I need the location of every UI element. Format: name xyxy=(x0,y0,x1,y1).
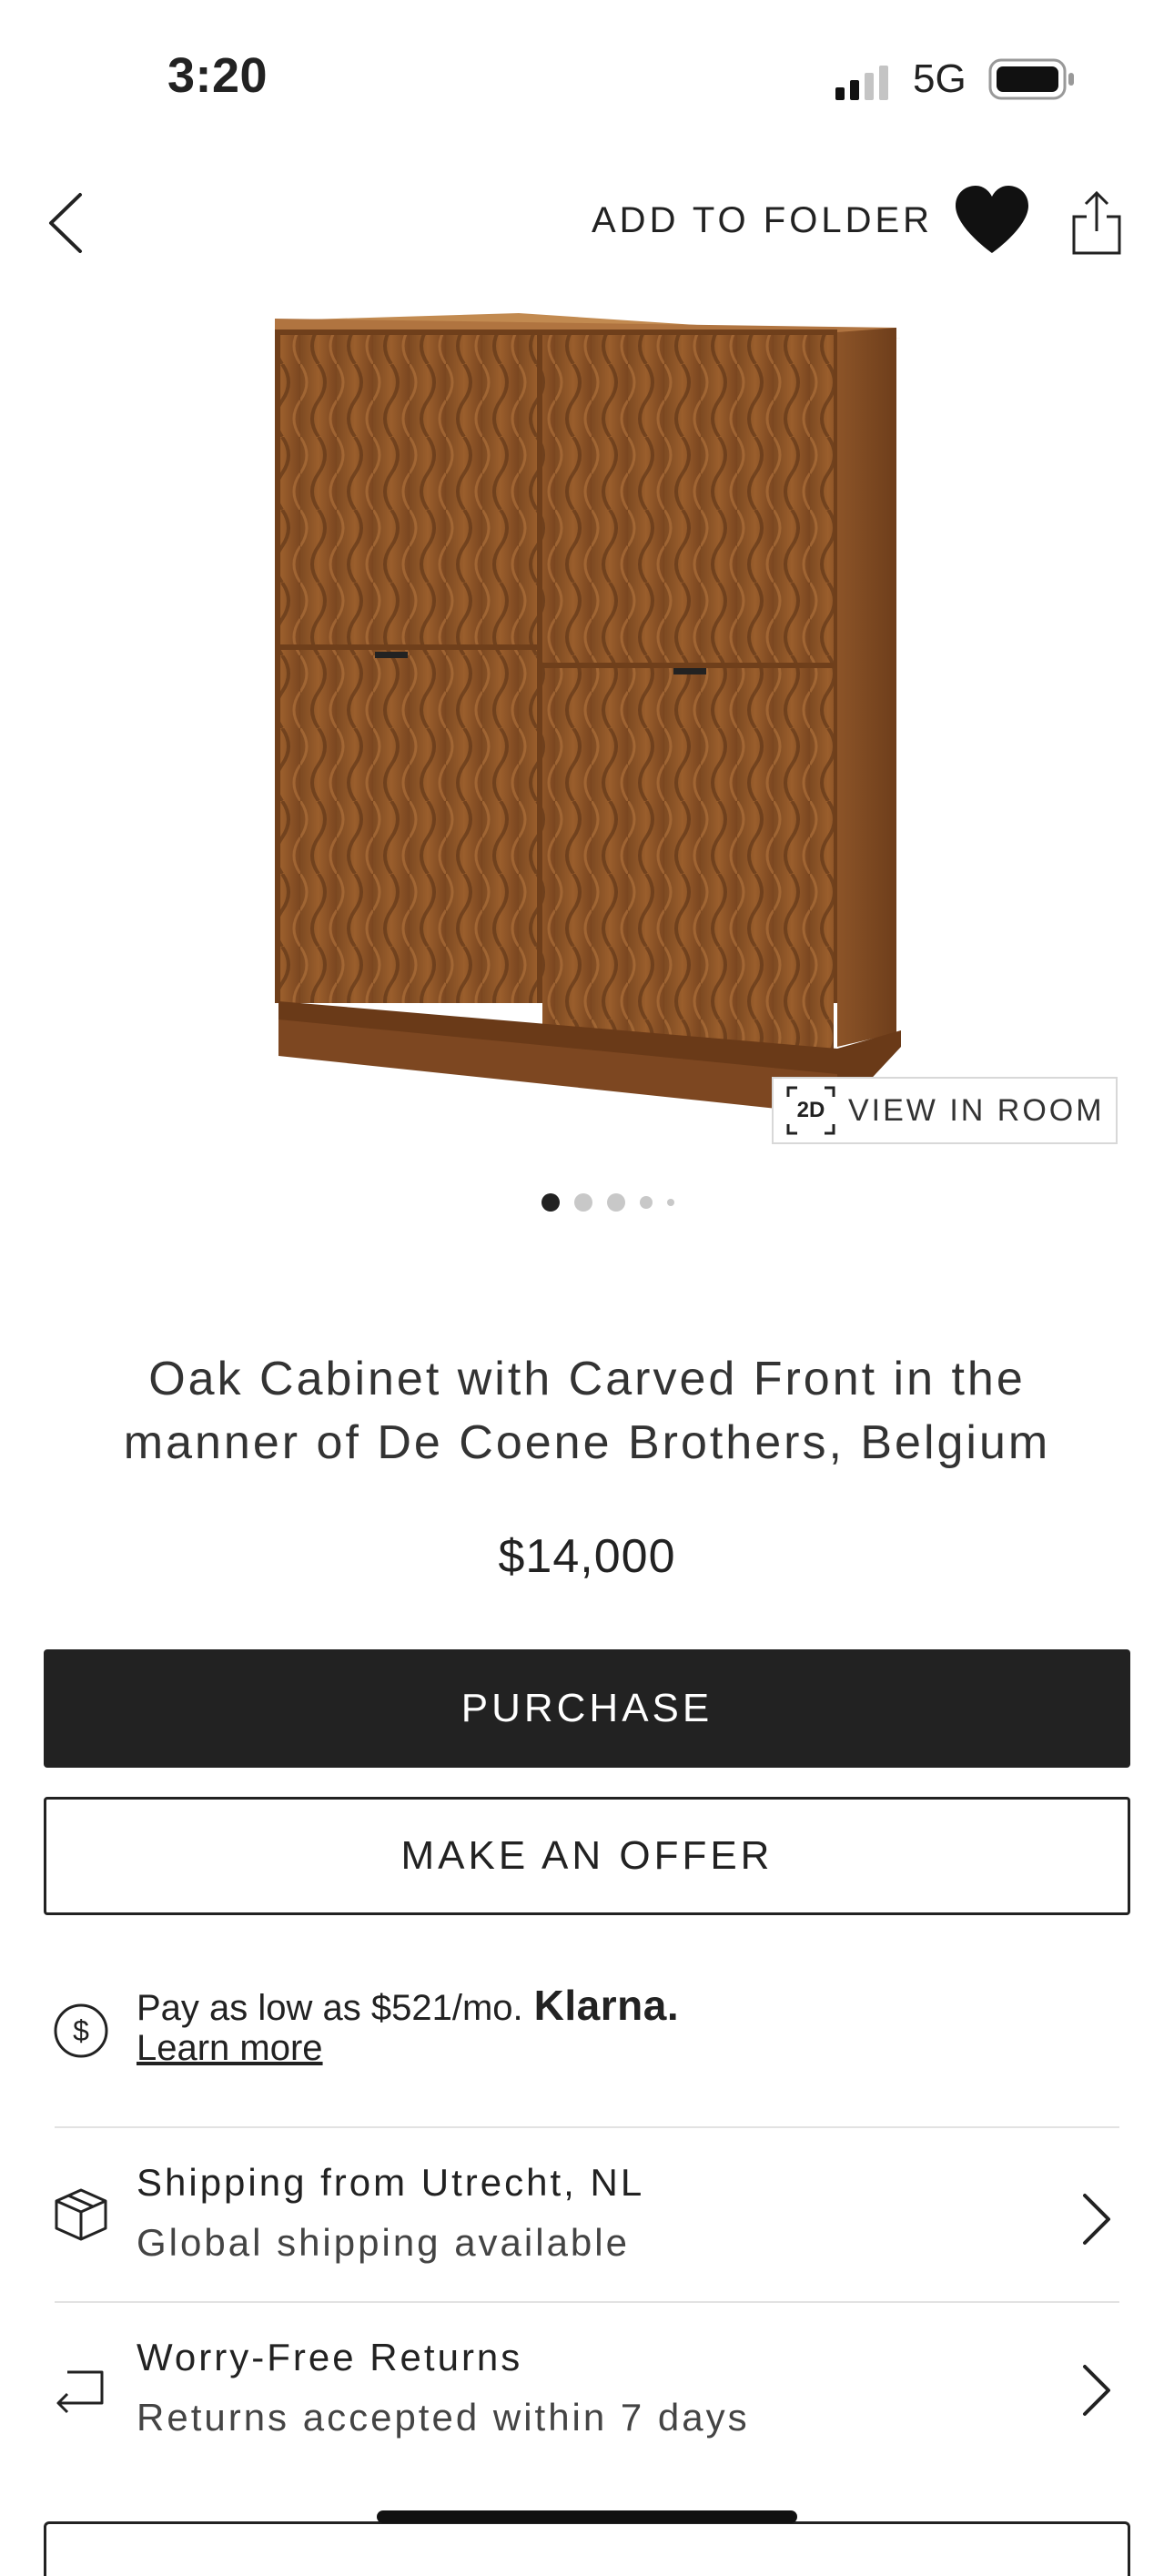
heart-icon[interactable] xyxy=(954,184,1030,255)
divider xyxy=(55,2126,1119,2128)
product-title: Oak Cabinet with Carved Front in the man… xyxy=(123,1353,1051,1469)
product-price: $14,000 xyxy=(498,1530,676,1583)
package-icon xyxy=(55,2188,107,2241)
purchase-button[interactable]: PURCHASE xyxy=(44,1649,1130,1768)
signal-icon xyxy=(835,66,888,100)
view-in-room-label: VIEW IN ROOM xyxy=(848,1092,1105,1128)
divider xyxy=(55,2301,1119,2303)
return-arrow-icon xyxy=(56,2370,104,2414)
financing-label: Pay as low as $521/mo. xyxy=(137,1988,523,2028)
status-time: 3:20 xyxy=(167,48,268,103)
shipping-subtitle: Global shipping available xyxy=(137,2221,630,2264)
shipping-title: Shipping from Utrecht, NL xyxy=(137,2161,645,2204)
returns-row[interactable] xyxy=(0,2305,1174,2478)
carousel-dots[interactable] xyxy=(541,1193,689,1212)
svg-text:$: $ xyxy=(73,2014,89,2047)
learn-more-link[interactable]: Learn more xyxy=(137,2028,323,2069)
carousel-dot[interactable] xyxy=(574,1193,592,1212)
view-2d-icon: 2D xyxy=(786,1086,835,1135)
partial-button[interactable] xyxy=(44,2521,1130,2576)
back-chevron-icon[interactable] xyxy=(46,191,86,255)
returns-title: Worry-Free Returns xyxy=(137,2336,523,2378)
network-type: 5G xyxy=(913,56,967,101)
view-in-room-button[interactable]: 2D VIEW IN ROOM xyxy=(772,1077,1118,1144)
financing-text: Pay as low as $521/mo. Klarna. xyxy=(137,1981,679,2030)
returns-subtitle: Returns accepted within 7 days xyxy=(137,2396,750,2439)
carousel-dot[interactable] xyxy=(640,1196,653,1209)
carousel-dot[interactable] xyxy=(607,1193,625,1212)
carousel-dot[interactable] xyxy=(541,1193,560,1212)
carousel-dot[interactable] xyxy=(667,1199,674,1206)
klarna-logo: Klarna. xyxy=(533,1982,680,2029)
chevron-right-icon[interactable] xyxy=(1078,2363,1114,2418)
dollar-circle-icon: $ xyxy=(54,2003,108,2058)
make-offer-button[interactable]: MAKE AN OFFER xyxy=(44,1797,1130,1915)
shipping-row[interactable] xyxy=(0,2130,1174,2299)
product-image[interactable] xyxy=(228,291,919,1147)
chevron-right-icon[interactable] xyxy=(1078,2192,1114,2246)
share-icon[interactable] xyxy=(1072,189,1121,255)
battery-icon xyxy=(988,58,1074,100)
home-indicator[interactable] xyxy=(377,2510,797,2523)
add-to-folder-button[interactable]: ADD TO FOLDER xyxy=(592,200,933,241)
